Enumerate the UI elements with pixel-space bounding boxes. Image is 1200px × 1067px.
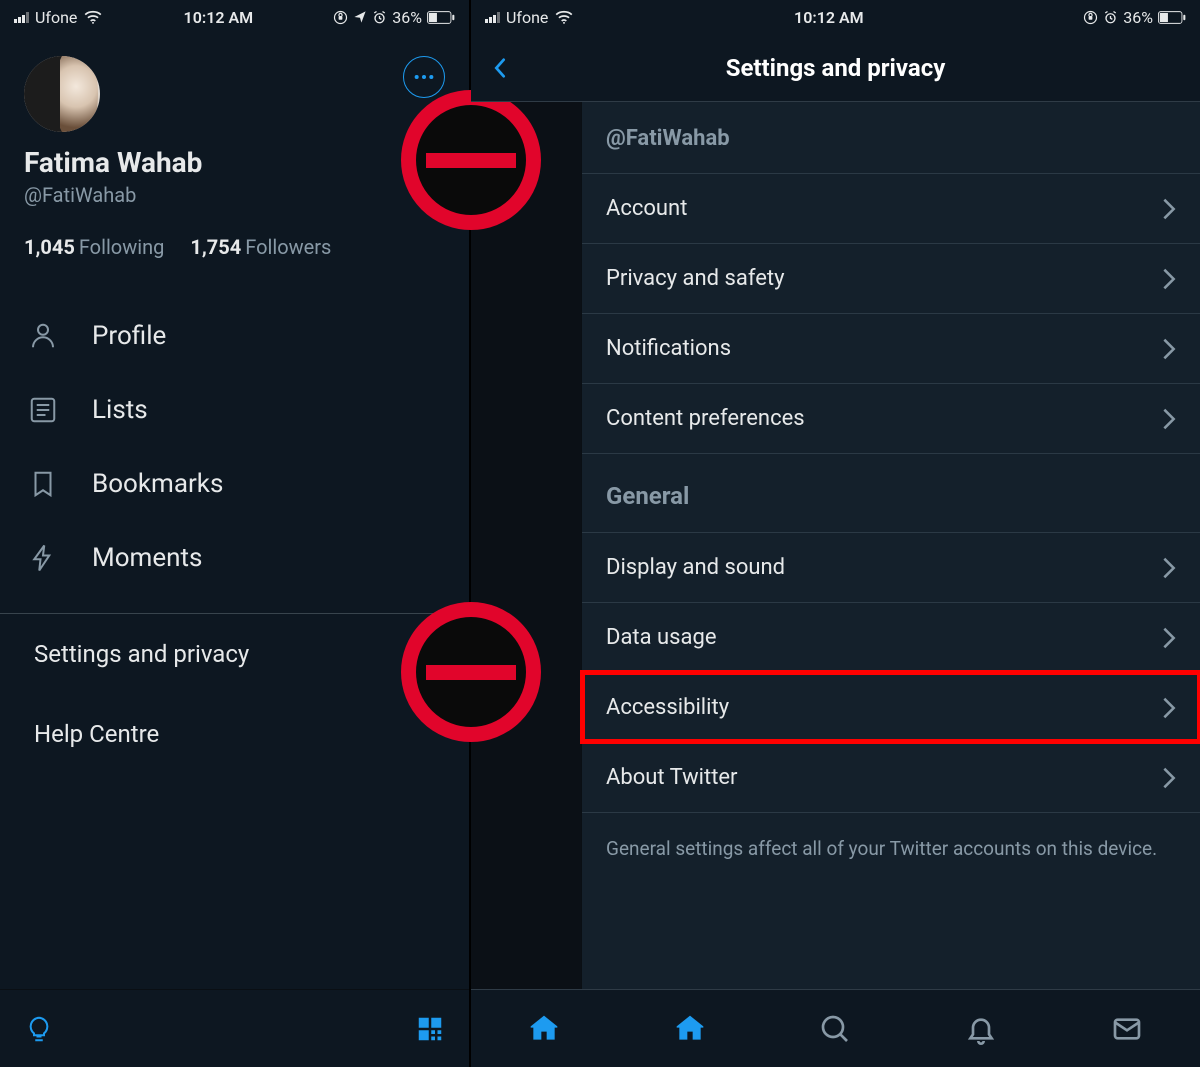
nav-label: Lists <box>92 395 148 425</box>
settings-header: Settings and privacy <box>471 34 1200 102</box>
row-label: Account <box>606 196 687 221</box>
row-content-preferences[interactable]: Content preferences <box>582 383 1200 454</box>
avatar[interactable] <box>24 56 100 132</box>
chevron-right-icon <box>1162 407 1176 431</box>
chevron-right-icon <box>1162 696 1176 720</box>
help-centre-link[interactable]: Help Centre <box>0 694 469 774</box>
status-bar: Ufone 10:12 AM 36% <box>0 0 469 34</box>
status-bar-time: 10:12 AM <box>184 8 254 27</box>
row-accessibility[interactable]: Accessibility <box>582 672 1200 742</box>
qr-code-icon[interactable] <box>415 1014 445 1044</box>
nav-profile[interactable]: Profile <box>0 299 469 373</box>
followers-label: Followers <box>245 235 331 259</box>
row-label: Notifications <box>606 336 731 361</box>
nav-lists[interactable]: Lists <box>0 373 469 447</box>
row-display-sound[interactable]: Display and sound <box>582 532 1200 602</box>
location-arrow-icon <box>353 10 367 24</box>
chevron-right-icon <box>1162 626 1176 650</box>
orientation-lock-icon <box>333 10 348 25</box>
following-label: Following <box>79 235 165 259</box>
back-button[interactable] <box>489 57 511 79</box>
row-privacy-safety[interactable]: Privacy and safety <box>582 243 1200 313</box>
feed-avatar-peek <box>401 90 541 230</box>
row-data-usage[interactable]: Data usage <box>582 602 1200 672</box>
row-label: Data usage <box>606 625 717 650</box>
wifi-icon <box>554 10 574 24</box>
followers-count: 1,754 <box>190 235 241 259</box>
page-title: Settings and privacy <box>726 54 946 82</box>
status-bar: Ufone 10:12 AM 36% <box>471 0 1200 34</box>
list-icon <box>28 395 58 425</box>
alarm-icon <box>372 10 387 25</box>
battery-icon <box>1158 11 1186 24</box>
nav-label: Profile <box>92 321 166 351</box>
row-label: Display and sound <box>606 555 785 580</box>
row-notifications[interactable]: Notifications <box>582 313 1200 383</box>
feed-avatar-peek <box>401 602 541 742</box>
settings-and-privacy-link[interactable]: Settings and privacy <box>0 614 469 694</box>
person-icon <box>28 321 58 351</box>
carrier-name: Ufone <box>506 8 548 27</box>
chevron-right-icon <box>1162 197 1176 221</box>
row-label: Content preferences <box>606 406 805 431</box>
battery-percent: 36% <box>392 8 422 27</box>
settings-screen: Ufone 10:12 AM 36% Settings and privacy … <box>471 0 1200 1067</box>
wifi-icon <box>83 10 103 24</box>
row-label: Accessibility <box>606 695 729 720</box>
chevron-right-icon <box>1162 337 1176 361</box>
drawer-nav: Profile Lists Bookmarks Moments <box>0 273 469 595</box>
carrier-name: Ufone <box>35 8 77 27</box>
following-count: 1,045 <box>24 235 75 259</box>
mail-icon[interactable] <box>1111 1013 1143 1045</box>
battery-icon <box>427 11 455 24</box>
general-section-header: General <box>582 454 1200 532</box>
lightning-icon <box>28 543 58 573</box>
user-handle: @FatiWahab <box>24 183 445 207</box>
signal-icon <box>14 11 29 23</box>
row-about-twitter[interactable]: About Twitter <box>582 742 1200 813</box>
home-icon[interactable] <box>528 1013 560 1045</box>
status-bar-time: 10:12 AM <box>794 8 864 27</box>
bell-icon[interactable] <box>965 1013 997 1045</box>
settings-handle: @FatiWahab <box>582 102 1200 173</box>
row-account[interactable]: Account <box>582 173 1200 243</box>
chevron-right-icon <box>1162 766 1176 790</box>
accounts-more-button[interactable] <box>403 56 445 98</box>
settings-panel: @FatiWahab Account Privacy and safety No… <box>581 102 1200 1067</box>
orientation-lock-icon <box>1083 10 1098 25</box>
more-dots-icon <box>413 74 435 80</box>
search-icon[interactable] <box>819 1013 851 1045</box>
battery-percent: 36% <box>1123 8 1153 27</box>
signal-icon <box>485 11 500 23</box>
followers-stat[interactable]: 1,754Followers <box>190 235 331 259</box>
tab-bar <box>471 989 1200 1067</box>
nav-moments[interactable]: Moments <box>0 521 469 595</box>
chevron-right-icon <box>1162 556 1176 580</box>
bookmark-icon <box>28 469 58 499</box>
alarm-icon <box>1103 10 1118 25</box>
display-name: Fatima Wahab <box>24 146 445 179</box>
general-footer-note: General settings affect all of your Twit… <box>582 813 1200 886</box>
row-label: Privacy and safety <box>606 266 785 291</box>
bulb-icon[interactable] <box>24 1014 54 1044</box>
nav-label: Bookmarks <box>92 469 223 499</box>
row-label: About Twitter <box>606 765 738 790</box>
nav-bookmarks[interactable]: Bookmarks <box>0 447 469 521</box>
home-icon[interactable] <box>674 1013 706 1045</box>
following-stat[interactable]: 1,045Following <box>24 235 164 259</box>
chevron-right-icon <box>1162 267 1176 291</box>
nav-label: Moments <box>92 543 202 573</box>
